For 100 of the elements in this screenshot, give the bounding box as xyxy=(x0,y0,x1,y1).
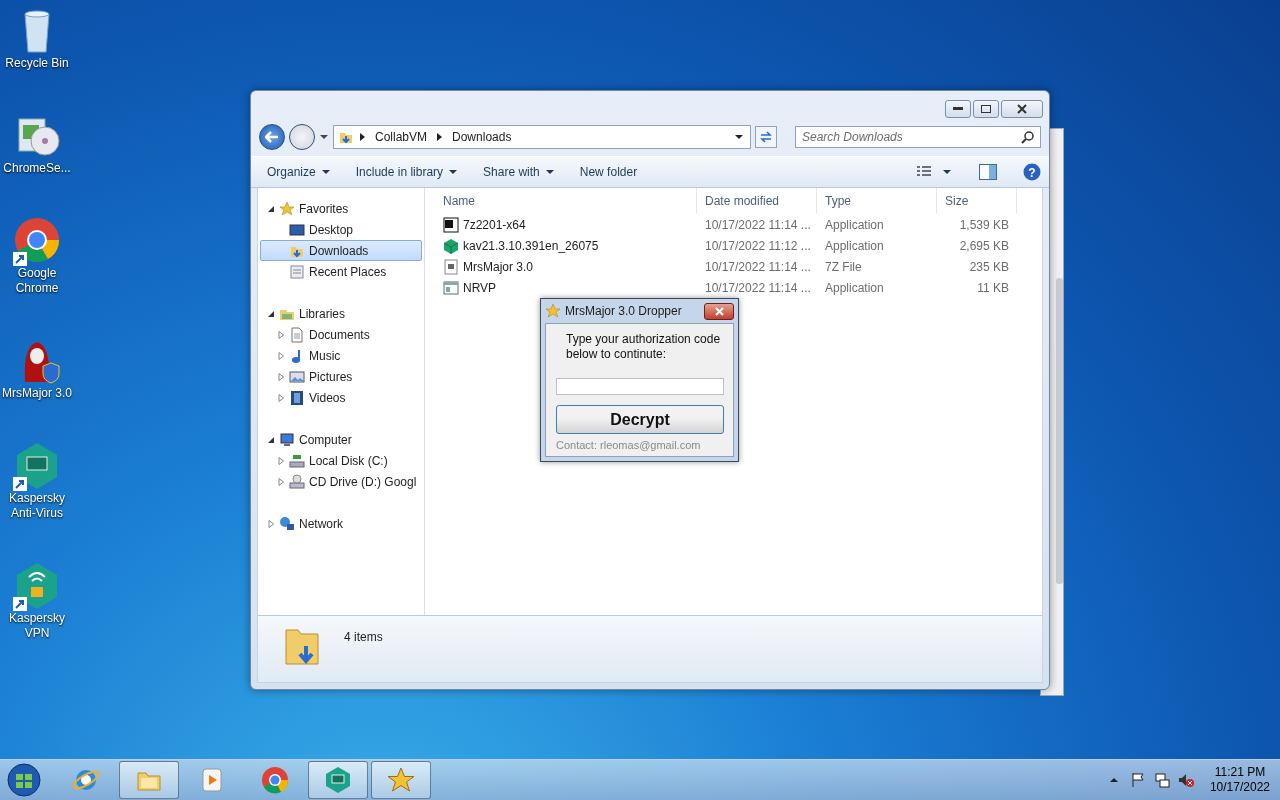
tree-item[interactable]: Network xyxy=(260,513,422,534)
desktop-icon-label[interactable]: Google Chrome xyxy=(0,266,74,296)
maximize-button[interactable] xyxy=(973,100,999,118)
tree-item[interactable]: Documents xyxy=(260,324,422,345)
scrollbar-thumb[interactable] xyxy=(1056,278,1063,584)
toolbar-button[interactable]: Share with xyxy=(475,161,562,183)
tree-item[interactable]: Desktop xyxy=(260,219,422,240)
collapsed-arrow-icon[interactable] xyxy=(277,393,285,402)
breadcrumb[interactable]: Downloads xyxy=(448,130,516,144)
file-name-cell[interactable]: 7z2201-x64 xyxy=(435,214,697,235)
toolbar-button[interactable]: Include in library xyxy=(347,161,466,183)
contact-text: Contact: rleomas@gmail.com xyxy=(556,439,702,451)
collapsed-arrow-icon[interactable] xyxy=(277,477,285,486)
forward-button[interactable] xyxy=(289,124,315,150)
close-button[interactable] xyxy=(704,302,734,320)
taskbar-button[interactable] xyxy=(119,761,179,799)
breadcrumb[interactable]: CollabVM xyxy=(371,130,432,144)
type-cell-text: Application xyxy=(824,237,885,255)
caret-icon[interactable] xyxy=(943,169,951,175)
date-cell-text: 10/17/2022 11:12 ... xyxy=(704,237,812,255)
tree-item[interactable]: Local Disk (C:) xyxy=(260,450,422,471)
star-icon xyxy=(279,200,295,217)
minimize-button[interactable] xyxy=(945,100,971,118)
tree-item[interactable]: Computer xyxy=(260,429,422,450)
hard-drive-icon xyxy=(289,452,305,469)
chevron-icon[interactable] xyxy=(360,133,365,141)
computer-icon xyxy=(279,431,295,448)
expanded-arrow-icon[interactable] xyxy=(267,204,275,213)
desktop-icon-label[interactable]: Recycle Bin xyxy=(5,56,69,71)
date-cell-text: 10/17/2022 11:14 ... xyxy=(704,216,812,234)
file-name-cell[interactable]: NRVP xyxy=(435,277,697,298)
desktop-icon-label[interactable]: ChromeSe... xyxy=(3,161,71,176)
view-options-icon[interactable] xyxy=(917,166,933,178)
date-cell-text: 10/17/2022 11:14 ... xyxy=(704,279,812,297)
file-name: kav21.3.10.391en_26075 xyxy=(463,238,599,253)
refresh-icon xyxy=(759,130,773,144)
column-header[interactable]: Type xyxy=(817,188,937,214)
start-button[interactable] xyxy=(4,760,44,800)
toolbar-button[interactable]: Organize xyxy=(259,161,338,183)
back-button[interactable] xyxy=(259,124,285,150)
monitor-icon xyxy=(289,221,305,238)
taskbar-button[interactable] xyxy=(308,761,368,799)
column-header[interactable]: Date modified xyxy=(697,188,817,214)
tree-item[interactable]: Libraries xyxy=(260,303,422,324)
chevron-icon[interactable] xyxy=(437,133,443,141)
expanded-arrow-icon[interactable] xyxy=(267,309,275,318)
expanded-arrow-icon[interactable] xyxy=(267,435,275,444)
document-icon xyxy=(289,326,305,343)
size-cell-text: 2,695 KB xyxy=(958,237,1010,255)
file-name: MrsMajor 3.0 xyxy=(463,259,533,274)
file-name-cell[interactable]: kav21.3.10.391en_26075 xyxy=(435,235,697,256)
tree-item[interactable]: Downloads xyxy=(260,240,422,261)
speaker-muted-icon[interactable] xyxy=(1177,772,1194,788)
star-icon xyxy=(387,766,415,794)
tree-item[interactable]: CD Drive (D:) Googl xyxy=(260,471,422,492)
network-icon[interactable] xyxy=(1153,772,1170,788)
collapsed-arrow-icon[interactable] xyxy=(277,372,285,381)
code-input-field[interactable] xyxy=(556,378,724,395)
date-cell-text: 10/17/2022 11:14 ... xyxy=(704,258,812,276)
address-bar[interactable]: CollabVM Downloads xyxy=(333,125,751,149)
star-icon xyxy=(545,303,561,319)
app-icon xyxy=(443,216,459,233)
toolbar-button[interactable]: New folder xyxy=(571,161,646,183)
close-button[interactable] xyxy=(1001,100,1043,118)
type-cell-text: Application xyxy=(824,216,885,234)
tree-item[interactable]: Pictures xyxy=(260,366,422,387)
decrypt-button[interactable]: Decrypt xyxy=(556,405,724,434)
clock[interactable]: 11:21 PM 10/17/2022 xyxy=(1209,765,1270,795)
column-header[interactable]: Name xyxy=(435,188,697,214)
taskbar-button[interactable] xyxy=(371,761,431,799)
window-icon xyxy=(443,279,459,296)
tree-item[interactable]: Recent Places xyxy=(260,261,422,282)
item-count: 4 items xyxy=(344,630,383,644)
collapsed-arrow-icon[interactable] xyxy=(277,330,285,339)
shield-app-icon xyxy=(324,766,352,794)
tree-item[interactable]: Favorites xyxy=(260,198,422,219)
caret-icon[interactable] xyxy=(734,134,744,140)
search-field[interactable]: Search Downloads xyxy=(795,126,1041,148)
column-header[interactable]: Size xyxy=(937,188,1017,214)
cube-icon xyxy=(443,237,459,254)
help-icon[interactable]: ? xyxy=(1023,163,1041,181)
close-icon xyxy=(1017,104,1027,114)
collapsed-arrow-icon[interactable] xyxy=(267,519,275,528)
cd-drive-icon xyxy=(289,473,305,490)
flag-icon[interactable] xyxy=(1129,772,1146,788)
desktop-icon-label[interactable]: MrsMajor 3.0 xyxy=(2,386,72,401)
file-name: 7z2201-x64 xyxy=(463,217,526,232)
file-name-cell[interactable]: MrsMajor 3.0 xyxy=(435,256,697,277)
preview-pane-icon[interactable] xyxy=(979,164,997,180)
size-cell-text: 235 KB xyxy=(968,258,1010,276)
collapsed-arrow-icon[interactable] xyxy=(277,351,285,360)
desktop-icon-label[interactable]: Kaspersky VPN xyxy=(0,611,74,641)
collapsed-arrow-icon[interactable] xyxy=(277,456,285,465)
desktop-icon-label[interactable]: Kaspersky Anti-Virus xyxy=(0,491,74,521)
caret-icon[interactable] xyxy=(319,134,329,140)
tree-item[interactable]: Videos xyxy=(260,387,422,408)
document-icon xyxy=(289,263,305,280)
file-name: NRVP xyxy=(463,280,497,295)
tree-item[interactable]: Music xyxy=(260,345,422,366)
refresh-button[interactable] xyxy=(755,126,777,148)
